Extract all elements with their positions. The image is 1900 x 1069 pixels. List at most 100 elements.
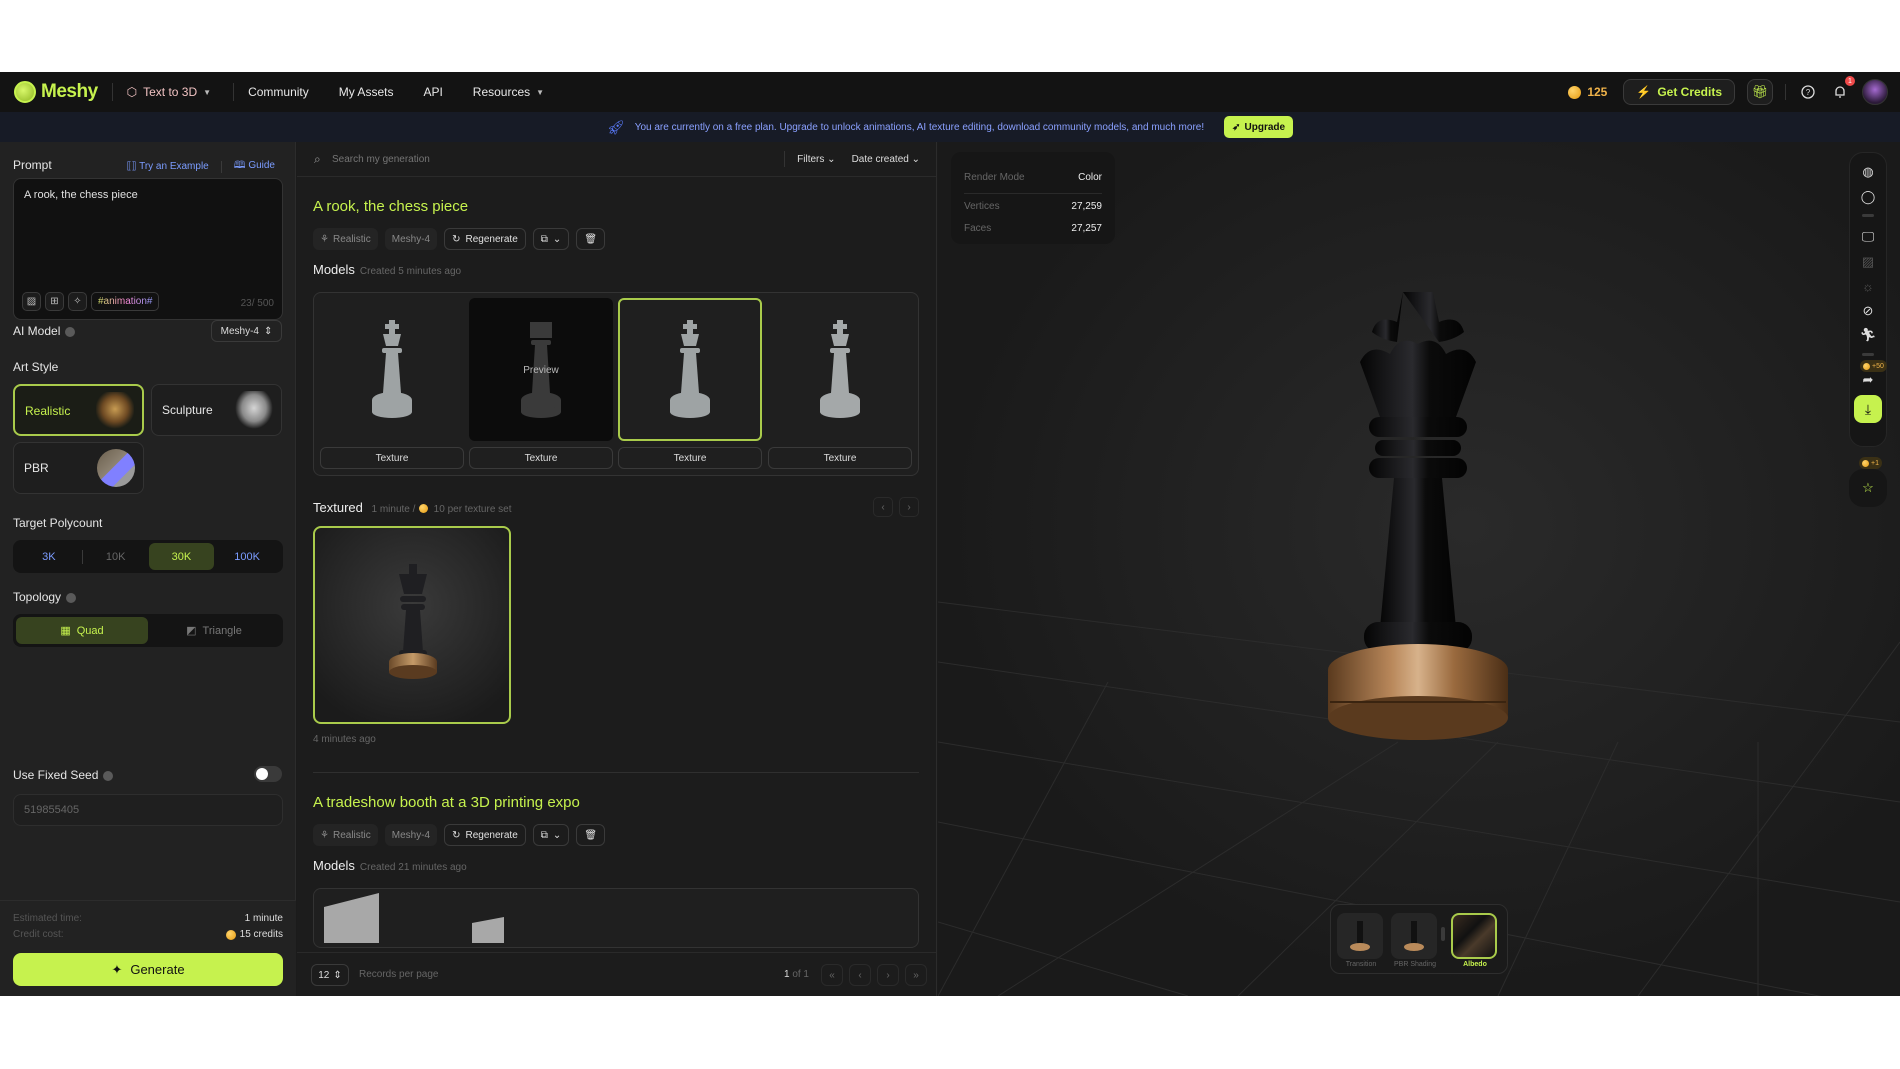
render-mode-value[interactable]: Color: [1078, 172, 1102, 183]
info-icon[interactable]: [103, 770, 114, 781]
copy-dropdown-button[interactable]: ⧉ ⌄: [532, 824, 570, 846]
mode-divider: [1441, 927, 1445, 941]
triangle-mesh-icon: ◩: [186, 625, 197, 637]
art-style-realistic[interactable]: Realistic: [13, 384, 144, 436]
polycount-3k[interactable]: 3K: [16, 543, 82, 570]
mode-albedo[interactable]: [1451, 913, 1497, 959]
animation-tag-button[interactable]: #animation#: [91, 292, 160, 311]
download-button[interactable]: ⤓: [1854, 395, 1882, 423]
textured-model-card[interactable]: [313, 526, 511, 724]
info-icon[interactable]: [65, 326, 76, 337]
render-mode-bar: Transition PBR Shading Albedo: [1330, 904, 1508, 974]
model-card-selected[interactable]: [618, 298, 762, 441]
help-button[interactable]: ?: [1798, 82, 1818, 102]
feedback-button[interactable]: ☆: [1849, 469, 1887, 507]
animate-running-icon[interactable]: 🏃︎: [1859, 326, 1877, 344]
environment-icon[interactable]: ◍: [1859, 163, 1877, 181]
monitor-icon[interactable]: 🖵︎: [1859, 228, 1877, 246]
lightning-icon: ⚡: [1636, 85, 1652, 99]
records-per-page-label: Records per page: [359, 969, 439, 980]
clear-book-button[interactable]: ⊞: [45, 292, 64, 311]
last-page-button[interactable]: »: [905, 964, 927, 986]
texture-button[interactable]: Texture: [618, 447, 762, 469]
polycount-10k[interactable]: 10K: [83, 543, 149, 570]
texture-edit-icon[interactable]: ⊘: [1859, 302, 1877, 320]
art-style-label: Art Style: [13, 360, 59, 374]
polycount-30k[interactable]: 30K: [148, 543, 215, 570]
art-style-sculpture[interactable]: Sculpture: [151, 384, 282, 436]
page-total: of 1: [792, 969, 809, 980]
regenerate-button[interactable]: ↻ Regenerate: [444, 824, 526, 846]
mode-pbr-shading[interactable]: [1391, 913, 1437, 959]
model-card-preview[interactable]: Preview: [469, 298, 613, 441]
sort-dropdown[interactable]: Date created ⌄: [852, 154, 920, 165]
banner-text: You are currently on a free plan. Upgrad…: [634, 121, 1205, 133]
dice-icon: ⟦⟧: [126, 161, 140, 172]
viewport-toolbar: ◍ ◯ 🖵︎ ▨ ☼ ⊘ 🏃︎ +50 ➦ ⤓: [1849, 152, 1887, 447]
nav-resources[interactable]: Resources ▼: [473, 85, 544, 99]
next-arrow-button[interactable]: ›: [899, 497, 919, 517]
prompt-textarea[interactable]: A rook, the chess piece ▨ ⊞ ✧ #animation…: [13, 178, 283, 320]
prev-page-button[interactable]: ‹: [849, 964, 871, 986]
nav-api[interactable]: API: [423, 85, 442, 99]
topology-quad[interactable]: ▦ Quad: [16, 617, 148, 644]
rocket-icon: 🚀︎: [606, 118, 625, 135]
model-card[interactable]: [768, 298, 912, 441]
guide-link[interactable]: 🕮︎ Guide: [234, 158, 275, 175]
generation-title[interactable]: A rook, the chess piece: [313, 198, 468, 215]
texture-button[interactable]: Texture: [320, 447, 464, 469]
polycount-100k[interactable]: 100K: [214, 543, 280, 570]
texture-button[interactable]: Texture: [469, 447, 613, 469]
upgrade-button[interactable]: ➶ Upgrade: [1224, 116, 1294, 138]
models-label: Models: [313, 858, 355, 873]
enhance-prompt-button[interactable]: ✧: [68, 292, 87, 311]
nav-my-assets[interactable]: My Assets: [339, 85, 394, 99]
info-icon[interactable]: [66, 592, 77, 603]
share-icon[interactable]: ➦: [1859, 371, 1877, 389]
mode-dropdown[interactable]: ⬡ Text to 3D ▼: [127, 85, 211, 99]
delete-button[interactable]: 🗑︎: [576, 824, 606, 846]
model-card[interactable]: [320, 298, 464, 441]
mode-transition[interactable]: [1337, 913, 1383, 959]
generate-button[interactable]: ✦ Generate: [13, 953, 283, 986]
topology-triangle[interactable]: ◩ Triangle: [148, 617, 280, 644]
user-avatar[interactable]: [1862, 79, 1888, 105]
gift-button[interactable]: 🎁︎: [1747, 79, 1773, 105]
get-credits-button[interactable]: ⚡ Get Credits: [1623, 79, 1735, 105]
coin-icon: [225, 929, 236, 940]
meshy-logo[interactable]: Meshy: [14, 81, 98, 103]
seed-input[interactable]: 519855405: [13, 794, 283, 826]
filters-dropdown[interactable]: Filters ⌄: [797, 154, 835, 165]
next-page-button[interactable]: ›: [877, 964, 899, 986]
wireframe-icon[interactable]: ▨: [1859, 253, 1877, 271]
lighting-icon[interactable]: ☼: [1859, 277, 1877, 295]
nav-divider: [111, 83, 113, 101]
generation-title[interactable]: A tradeshow booth at a 3D printing expo: [313, 794, 580, 811]
guide-label: Guide: [248, 160, 275, 171]
art-style-pbr[interactable]: PBR: [13, 442, 144, 494]
try-example-link[interactable]: ⟦⟧ Try an Example: [127, 161, 209, 172]
polycount-label: Target Polycount: [13, 516, 103, 530]
pagination-buttons: « ‹ › »: [821, 964, 927, 986]
regenerate-button[interactable]: ↻ Regenerate: [444, 228, 526, 250]
material-sphere-icon[interactable]: ◯: [1859, 188, 1877, 206]
chess-queen-model[interactable]: [1308, 292, 1528, 772]
nav-community[interactable]: Community: [248, 85, 309, 99]
per-page-select[interactable]: 12 ⇕: [311, 964, 349, 986]
textured-cost: 10 per texture set: [433, 504, 512, 515]
first-page-button[interactable]: «: [821, 964, 843, 986]
texture-button[interactable]: Texture: [768, 447, 912, 469]
delete-button[interactable]: 🗑︎: [576, 228, 606, 250]
prev-arrow-button[interactable]: ‹: [873, 497, 893, 517]
booth-thumbnail: [324, 893, 504, 943]
fixed-seed-toggle[interactable]: [254, 766, 282, 782]
ai-model-select[interactable]: Meshy-4 ⇕: [211, 320, 282, 342]
copy-dropdown-button[interactable]: ⧉ ⌄: [532, 228, 570, 250]
vertices-row: Vertices 27,259: [964, 201, 1102, 212]
search-input[interactable]: [332, 153, 732, 165]
models-label: Models: [313, 262, 355, 277]
clear-image-button[interactable]: ▨: [22, 292, 41, 311]
notifications-button[interactable]: 1: [1830, 76, 1855, 102]
credit-balance[interactable]: 125: [1568, 85, 1607, 99]
3d-viewport[interactable]: Render Mode Color Vertices 27,259 Faces 27,…: [938, 142, 1900, 996]
